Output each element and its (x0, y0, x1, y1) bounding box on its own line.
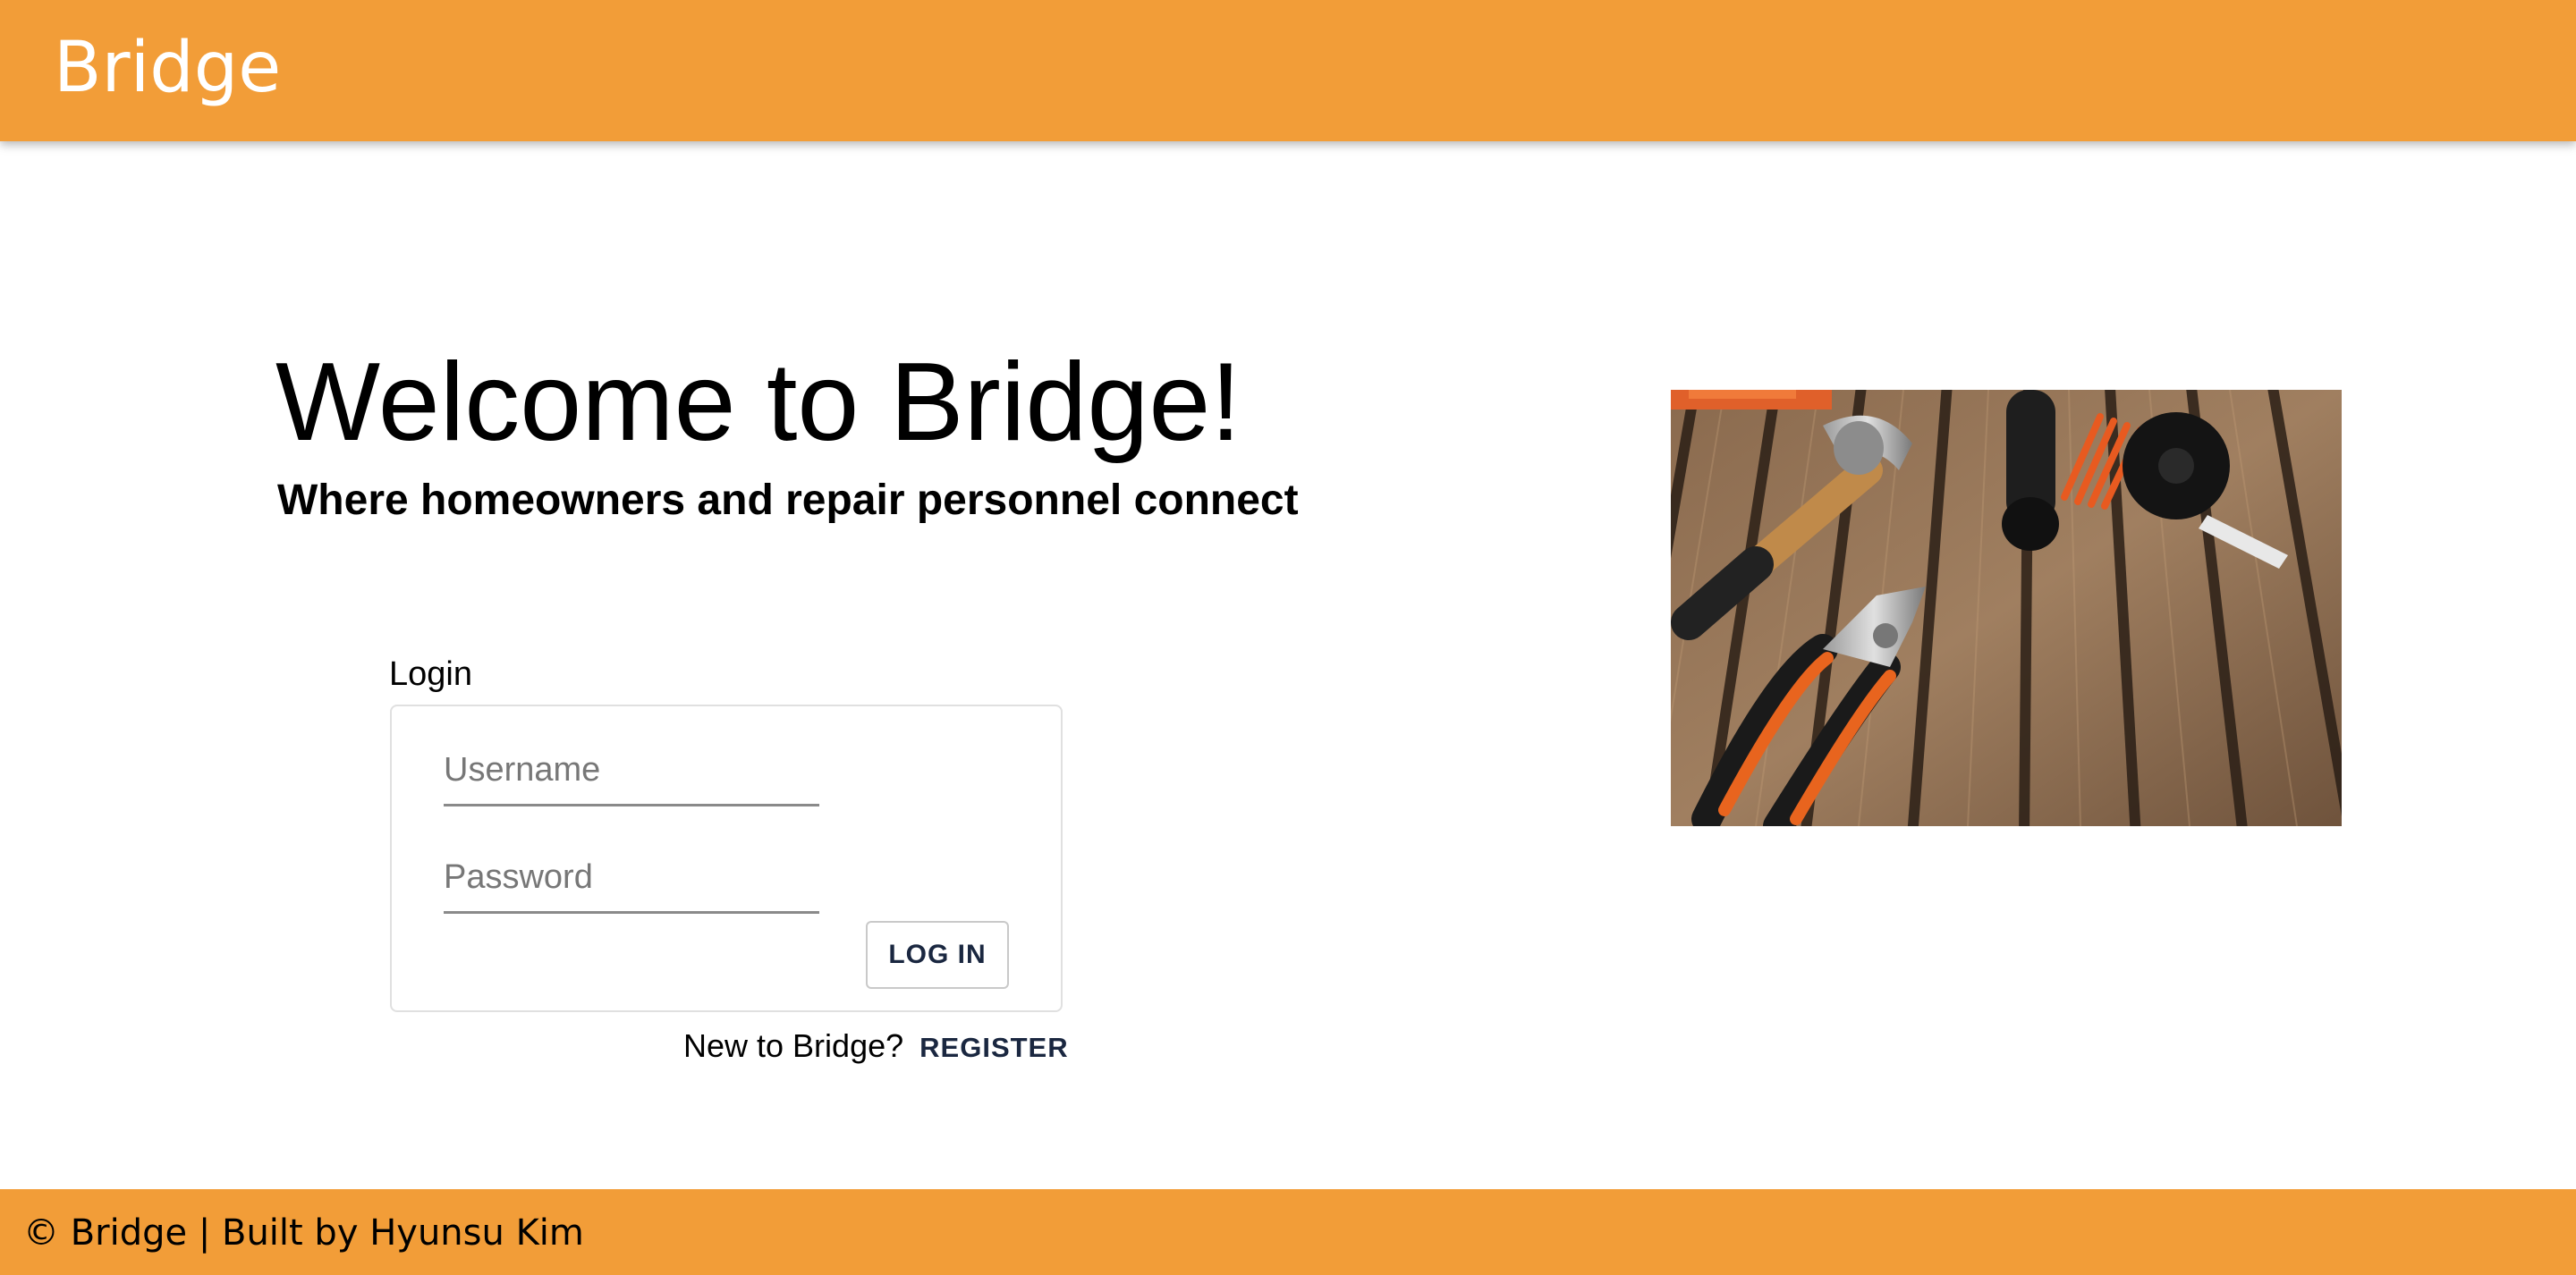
login-form: LOG IN (390, 705, 1063, 1012)
footer: © Bridge | Built by Hyunsu Kim (0, 1189, 2576, 1275)
welcome-title: Welcome to Bridge! (275, 341, 1241, 464)
username-input[interactable] (444, 742, 819, 795)
login-label: Login (389, 655, 472, 693)
register-prompt: New to Bridge? (683, 1027, 904, 1064)
app-bar: Bridge (0, 0, 2576, 141)
brand-logo[interactable]: Bridge (54, 32, 281, 104)
tools-hero-image (1671, 390, 2342, 826)
password-input[interactable] (444, 849, 819, 902)
password-field-wrapper (444, 849, 819, 914)
username-field-wrapper (444, 742, 819, 806)
register-row: New to Bridge? REGISTER (683, 1026, 1069, 1068)
welcome-subtitle: Where homeowners and repair personnel co… (277, 477, 1299, 524)
register-link[interactable]: REGISTER (919, 1032, 1068, 1063)
login-button[interactable]: LOG IN (866, 921, 1009, 989)
footer-credits: © Bridge | Built by Hyunsu Kim (23, 1212, 584, 1254)
